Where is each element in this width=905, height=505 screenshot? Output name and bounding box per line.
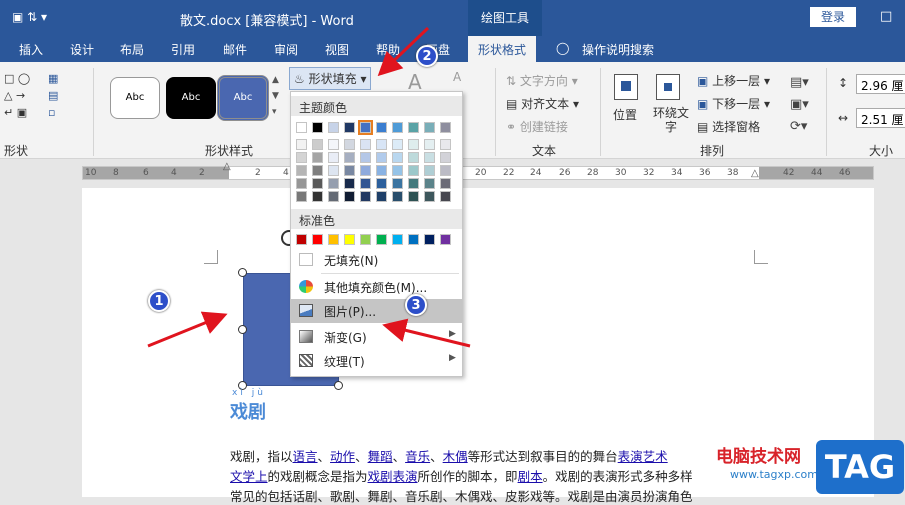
watermark-url: www.tagxp.com — [730, 468, 818, 481]
step-marker-3: 3 — [405, 294, 427, 316]
watermark-cn-text: 电脑技术网 — [716, 447, 801, 467]
arrow-3 — [382, 318, 471, 348]
arrow-1 — [147, 311, 228, 348]
step-marker-1: 1 — [148, 290, 170, 312]
step-marker-2: 2 — [416, 45, 438, 67]
watermark-logo: TAG — [816, 440, 904, 494]
annotation-arrows — [147, 26, 471, 348]
site-watermark: 电脑技术网 www.tagxp.com TAG — [716, 438, 905, 497]
